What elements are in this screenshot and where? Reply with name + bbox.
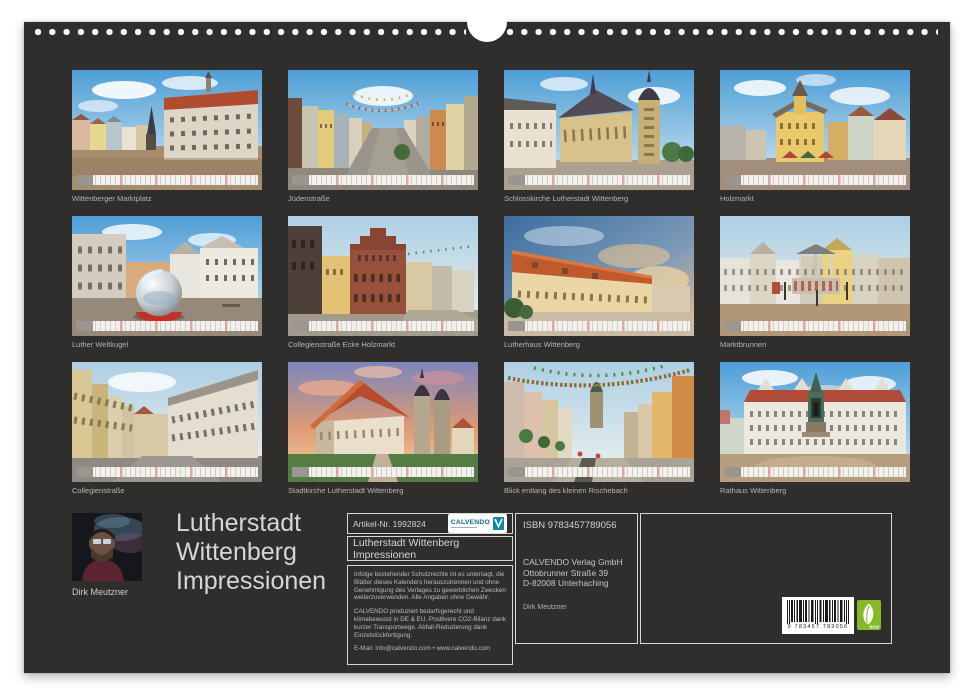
calvendo-logo-tagline — [451, 527, 477, 529]
article-number-box: Artikel-Nr. 1992824 CALVENDO — [347, 513, 513, 534]
legal-text-1: Infolge bestehender Schutzrechte ist es … — [354, 571, 506, 602]
thumbnail-caption: Wittenberger Marktplatz — [72, 194, 262, 203]
thumbnail-caption: Collegienstraße Ecke Holzmarkt — [288, 340, 478, 349]
thumbnail-caption: Rathaus Wittenberg — [720, 486, 910, 495]
imprint-left-column: Artikel-Nr. 1992824 CALVENDO Lutherstadt… — [347, 513, 513, 644]
publisher-column: ISBN 9783457789056 CALVENDO Verlag GmbH … — [515, 513, 638, 644]
calendar-page-thumbnail: Stadtkirche Lutherstadt Wittenberg — [288, 362, 478, 495]
publisher-street: Ottobrunner Straße 39 — [523, 568, 630, 579]
isbn: ISBN 9783457789056 — [523, 520, 630, 531]
product-title-box: Lutherstadt Wittenberg Impressionen — [347, 536, 513, 561]
ean-barcode: 9 783457 789056 — [782, 597, 854, 634]
thumbnail-caption: Marktbrunnen — [720, 340, 910, 349]
thumbnail-caption: Collegienstraße — [72, 486, 262, 495]
photo-schlosskirche — [504, 70, 694, 190]
calendar-title: Lutherstadt Wittenberg Impressionen — [176, 509, 348, 596]
calendar-page-thumbnail: Collegienstraße — [72, 362, 262, 495]
calvendo-logo-icon — [493, 517, 504, 530]
publisher-address: CALVENDO Verlag GmbH Ottobrunner Straße … — [523, 557, 630, 589]
calendar-page-thumbnail: Holzmarkt — [720, 70, 910, 203]
imprint-panel: Artikel-Nr. 1992824 CALVENDO Lutherstadt… — [347, 513, 892, 644]
calendar-page-thumbnail: Jüdenstraße — [288, 70, 478, 203]
wire-binding-holes-right — [506, 28, 938, 36]
photo-marktbrunnen — [720, 216, 910, 336]
calvendo-logo-wordmark: CALVENDO — [451, 519, 490, 529]
thumbnail-caption: Schlosskirche Lutherstadt Wittenberg — [504, 194, 694, 203]
calendar-page-thumbnail: Collegienstraße Ecke Holzmarkt — [288, 216, 478, 349]
calendar-page-thumbnail: Lutherhaus Wittenberg — [504, 216, 694, 349]
photo-collegienstrasse-ecke-holzmarkt — [288, 216, 478, 336]
legal-text-box: Infolge bestehender Schutzrechte ist es … — [347, 565, 513, 665]
thumbnail-caption: Holzmarkt — [720, 194, 910, 203]
eco-icon: eco — [857, 600, 881, 630]
thumbnail-caption: Stadtkirche Lutherstadt Wittenberg — [288, 486, 478, 495]
calendar-page-thumbnail: Wittenberger Marktplatz — [72, 70, 262, 203]
thumbnail-caption: Lutherhaus Wittenberg — [504, 340, 694, 349]
product-title: Lutherstadt Wittenberg Impressionen — [353, 537, 507, 561]
legal-text-2: CALVENDO produziert bedarfsgerecht und k… — [354, 608, 506, 639]
barcode-bars — [787, 600, 849, 624]
thumbnail-caption: Blick entlang des kleinen Rischebach — [504, 486, 694, 495]
thumbnail-caption: Luther Weltkugel — [72, 340, 262, 349]
thumbnail-caption: Jüdenstraße — [288, 194, 478, 203]
publisher-city: D-82008 Unterhaching — [523, 578, 630, 589]
photo-luther-weltkugel — [72, 216, 262, 336]
photo-juedenstrasse — [288, 70, 478, 190]
calendar-back-cover-scan: { "page": { "title": "Lutherstadt Witten… — [0, 0, 971, 700]
photo-rathaus — [720, 362, 910, 482]
photo-holzmarkt — [720, 70, 910, 190]
calendar-page-thumbnail: Schlosskirche Lutherstadt Wittenberg — [504, 70, 694, 203]
author-credit: Dirk Meutzner — [523, 604, 630, 611]
calendar-page-thumbnail: Blick entlang des kleinen Rischebach — [504, 362, 694, 495]
author-portrait — [72, 513, 142, 581]
month-thumbnail-grid: Wittenberger Marktplatz — [72, 70, 910, 495]
barcode-column: 9 783457 789056 eco — [640, 513, 892, 644]
barcode-digits: 9 783457 789056 — [788, 624, 849, 631]
wire-binding-holes-left — [34, 28, 466, 36]
contact-line: E-Mail: info@calvendo.com • www.calvendo… — [354, 645, 506, 653]
article-number: Artikel-Nr. 1992824 — [353, 519, 426, 529]
calvendo-logo: CALVENDO — [448, 514, 507, 533]
calendar-back-page: Wittenberger Marktplatz — [24, 22, 950, 673]
eco-label: eco — [870, 625, 880, 631]
photo-stadtkirche — [288, 362, 478, 482]
calendar-page-thumbnail: Marktbrunnen — [720, 216, 910, 349]
photo-lutherhaus — [504, 216, 694, 336]
photo-wittenberger-marktplatz — [72, 70, 262, 190]
hanging-hole — [467, 2, 507, 42]
calendar-page-thumbnail: Rathaus Wittenberg — [720, 362, 910, 495]
publisher-name: CALVENDO Verlag GmbH — [523, 557, 630, 568]
photo-rischebach — [504, 362, 694, 482]
photo-collegienstrasse — [72, 362, 262, 482]
author-name: Dirk Meutzner — [72, 587, 128, 597]
calendar-page-thumbnail: Luther Weltkugel — [72, 216, 262, 349]
calvendo-logo-text: CALVENDO — [451, 519, 490, 526]
